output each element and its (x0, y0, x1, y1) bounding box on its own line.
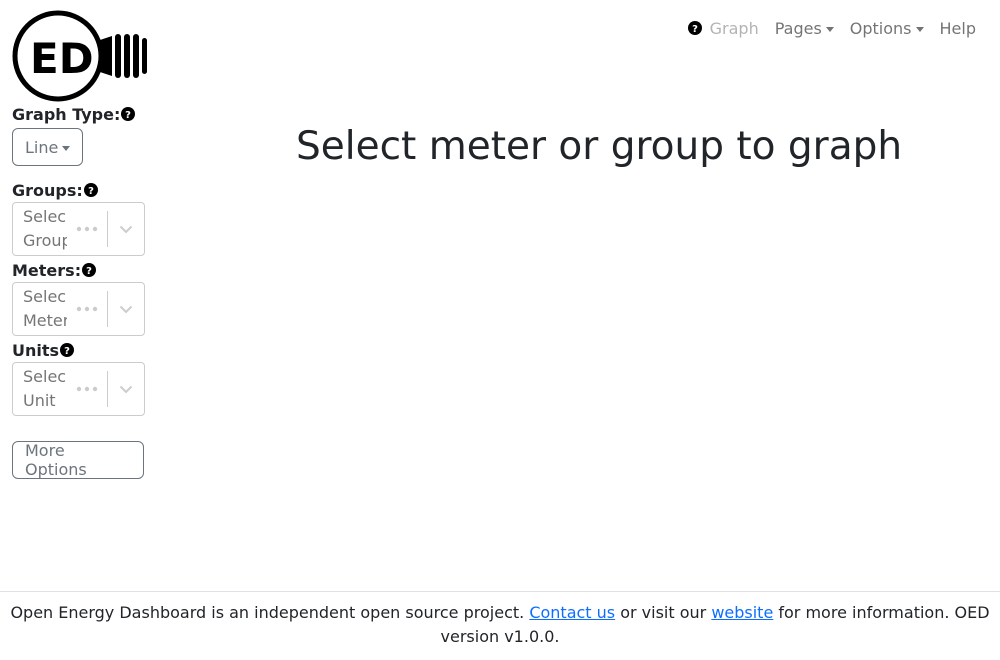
help-circle-icon[interactable]: ? (82, 263, 97, 277)
nav-graph[interactable]: ? Graph (687, 18, 759, 38)
svg-text:?: ? (64, 346, 70, 357)
nav-pages-dropdown[interactable]: Pages (775, 19, 834, 38)
graph-type-dropdown[interactable]: Line (12, 128, 83, 166)
help-circle-icon[interactable]: ? (83, 183, 98, 197)
help-circle-icon[interactable]: ? (60, 343, 75, 357)
nav-graph-label: Graph (709, 18, 759, 38)
oed-logo: ED (12, 10, 148, 102)
logo-text: ED (30, 34, 94, 83)
chevron-down-icon[interactable] (108, 299, 144, 319)
units-label: Units (12, 340, 60, 360)
chevron-down-icon[interactable] (108, 379, 144, 399)
caret-down-icon (62, 145, 71, 151)
groups-label: Groups: (12, 180, 83, 200)
svg-text:?: ? (125, 110, 131, 121)
groups-heading: Groups: ? (12, 180, 146, 200)
footer: Open Energy Dashboard is an independent … (0, 591, 1000, 660)
loading-dots-icon (67, 379, 107, 399)
groups-placeholder: Selec Group (23, 207, 67, 250)
meters-select[interactable]: Selec Meter (12, 282, 145, 336)
units-heading: Units ? (12, 340, 146, 360)
units-placeholder: Selec Unit (23, 367, 67, 410)
loading-dots-icon (67, 219, 107, 239)
more-options-button[interactable]: More Options (12, 441, 144, 479)
svg-text:?: ? (86, 266, 92, 277)
loading-dots-icon (67, 299, 107, 319)
sidebar: Graph Type: ? Line Groups: ? Selec Group… (12, 104, 146, 479)
page-title: Select meter or group to graph (296, 124, 903, 169)
caret-down-icon (915, 26, 924, 32)
meters-heading: Meters: ? (12, 260, 146, 280)
footer-text-1: Open Energy Dashboard is an independent … (10, 603, 530, 622)
nav-help-label: Help (939, 18, 976, 38)
nav-options-dropdown[interactable]: Options (850, 19, 924, 38)
help-circle-icon[interactable]: ? (687, 21, 702, 35)
nav-pages-label: Pages (774, 18, 822, 38)
svg-text:?: ? (88, 186, 94, 197)
svg-text:?: ? (692, 24, 698, 35)
footer-text-2: or visit our (615, 603, 712, 622)
meters-placeholder: Selec Meter (23, 287, 67, 330)
units-select[interactable]: Selec Unit (12, 362, 145, 416)
graph-type-value: Line (25, 137, 59, 157)
nav-help-link[interactable]: Help (940, 19, 976, 38)
more-options-label: More Options (25, 441, 87, 479)
groups-select[interactable]: Selec Group (12, 202, 145, 256)
nav-options-label: Options (849, 18, 912, 38)
meters-label: Meters: (12, 260, 82, 280)
help-circle-icon[interactable]: ? (121, 107, 136, 121)
contact-us-link[interactable]: Contact us (529, 603, 615, 622)
chevron-down-icon[interactable] (108, 219, 144, 239)
top-nav: ? Graph Pages Options Help (672, 16, 976, 40)
caret-down-icon (825, 26, 834, 32)
graph-type-heading: Graph Type: ? (12, 104, 146, 124)
graph-type-label: Graph Type: (12, 104, 121, 124)
website-link[interactable]: website (711, 603, 773, 622)
